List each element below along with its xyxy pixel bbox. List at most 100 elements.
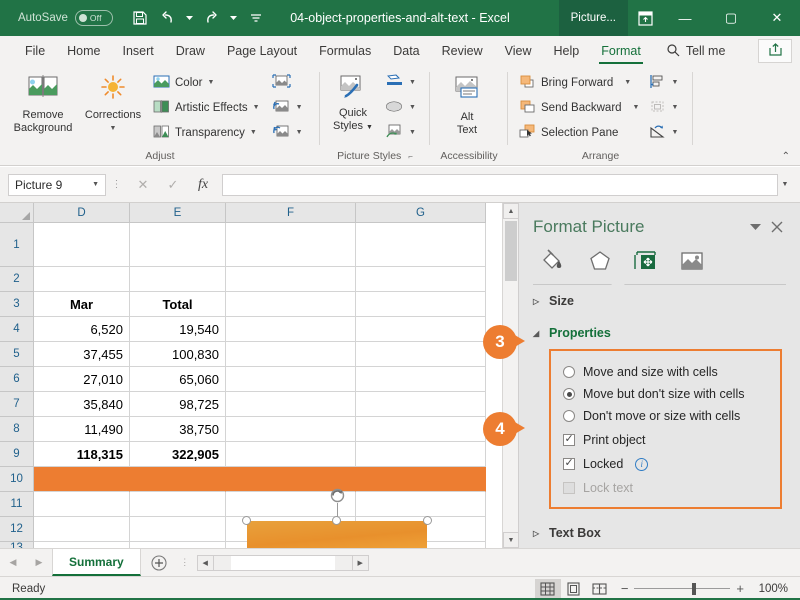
resize-handle-top-center[interactable] bbox=[332, 516, 341, 525]
cell-G6[interactable] bbox=[356, 367, 486, 392]
row-header-3[interactable]: 3 bbox=[0, 292, 34, 317]
cell-E6[interactable]: 65,060 bbox=[130, 367, 226, 392]
cancel-icon[interactable]: ✕ bbox=[128, 174, 158, 196]
row-header-2[interactable]: 2 bbox=[0, 267, 34, 292]
redo-dropdown-icon[interactable] bbox=[227, 5, 241, 31]
option-move-but-dont-size-with-cells[interactable]: Move but don't size with cells bbox=[563, 383, 770, 405]
tab-view[interactable]: View bbox=[494, 36, 543, 66]
cell-G5[interactable] bbox=[356, 342, 486, 367]
tab-insert[interactable]: Insert bbox=[112, 36, 165, 66]
picture-styles-dialog-launcher[interactable]: ⌐ bbox=[408, 152, 413, 161]
cell-E1[interactable] bbox=[130, 223, 226, 267]
picture-border-button[interactable]: ▼ bbox=[382, 70, 419, 95]
row-header-10[interactable]: 10 bbox=[0, 467, 34, 492]
alt-text-button[interactable]: Alt Text bbox=[430, 70, 504, 137]
panel-section-text-box[interactable]: ▷ Text Box bbox=[519, 517, 800, 549]
cell-D5[interactable]: 37,455 bbox=[34, 342, 130, 367]
vertical-scrollbar[interactable]: ▲ ▼ bbox=[502, 203, 519, 548]
cell-F7[interactable] bbox=[226, 392, 356, 417]
panel-close-icon[interactable] bbox=[766, 217, 788, 237]
row-header-1[interactable]: 1 bbox=[0, 223, 34, 267]
option-dont-move-or-size-with-cells[interactable]: Don't move or size with cells bbox=[563, 405, 770, 427]
send-backward-dropdown-icon[interactable]: ▼ bbox=[633, 104, 640, 111]
picture-effects-button[interactable]: ▼ bbox=[382, 95, 419, 120]
row-header-6[interactable]: 6 bbox=[0, 367, 34, 392]
picture-border-dropdown-icon[interactable]: ▼ bbox=[409, 79, 416, 86]
bring-forward-dropdown-icon[interactable]: ▼ bbox=[624, 79, 631, 86]
color-button[interactable]: Color ▼ bbox=[150, 70, 263, 95]
change-picture-button[interactable]: ▼ bbox=[269, 95, 306, 120]
cell-E9[interactable]: 322,905 bbox=[130, 442, 226, 467]
radio-move-but-dont-size[interactable] bbox=[563, 388, 575, 400]
cell-D4[interactable]: 6,520 bbox=[34, 317, 130, 342]
cell-E11[interactable] bbox=[130, 492, 226, 517]
compress-pictures-button[interactable] bbox=[269, 70, 306, 95]
radio-dont-move-or-size[interactable] bbox=[563, 410, 575, 422]
hscroll-right-button[interactable]: ▶ bbox=[351, 555, 368, 570]
cell-G7[interactable] bbox=[356, 392, 486, 417]
enter-icon[interactable]: ✓ bbox=[158, 174, 188, 196]
scroll-up-button[interactable]: ▲ bbox=[503, 203, 519, 219]
row-header-8[interactable]: 8 bbox=[0, 417, 34, 442]
picture-layout-dropdown-icon[interactable]: ▼ bbox=[409, 129, 416, 136]
tab-page-layout[interactable]: Page Layout bbox=[216, 36, 308, 66]
resize-handle-top-left[interactable] bbox=[242, 516, 251, 525]
rotate-objects-button[interactable]: ▼ bbox=[646, 120, 681, 145]
tab-file[interactable]: File bbox=[14, 36, 56, 66]
redo-icon[interactable] bbox=[199, 5, 225, 31]
cell-E7[interactable]: 98,725 bbox=[130, 392, 226, 417]
row-header-7[interactable]: 7 bbox=[0, 392, 34, 417]
radio-move-and-size[interactable] bbox=[563, 366, 575, 378]
picture-layout-button[interactable]: ▼ bbox=[382, 120, 419, 145]
panel-section-size[interactable]: ▷ Size bbox=[519, 285, 800, 317]
tab-data[interactable]: Data bbox=[382, 36, 430, 66]
expand-formula-bar-icon[interactable]: ▼ bbox=[778, 181, 792, 188]
name-box[interactable]: Picture 9 ▼ bbox=[8, 173, 106, 196]
horizontal-scrollbar[interactable]: ◀ ▶ bbox=[196, 554, 369, 571]
cell-D8[interactable]: 11,490 bbox=[34, 417, 130, 442]
share-button[interactable] bbox=[758, 39, 792, 63]
column-header-E[interactable]: E bbox=[130, 203, 226, 223]
cell-D9[interactable]: 118,315 bbox=[34, 442, 130, 467]
sheet-nav-next-icon[interactable]: ▶ bbox=[26, 557, 52, 568]
zoom-slider[interactable]: − + bbox=[621, 581, 744, 596]
customize-quick-access-icon[interactable] bbox=[243, 5, 269, 31]
send-backward-button[interactable]: Send Backward ▼ bbox=[516, 95, 642, 120]
rotate-objects-dropdown-icon[interactable]: ▼ bbox=[671, 129, 678, 136]
sheet-tab-splitter[interactable]: ⋮ bbox=[177, 557, 193, 568]
cell-E3[interactable]: Total bbox=[130, 292, 226, 317]
cell-E12[interactable] bbox=[130, 517, 226, 542]
cell-F6[interactable] bbox=[226, 367, 356, 392]
add-sheet-button[interactable] bbox=[141, 554, 177, 571]
corrections-button[interactable]: Corrections ▼ bbox=[80, 70, 146, 135]
cell-D6[interactable]: 27,010 bbox=[34, 367, 130, 392]
cell-F3[interactable] bbox=[226, 292, 356, 317]
checkbox-locked[interactable] bbox=[563, 456, 575, 470]
picture-email-agent[interactable]: EMAIL AGENT bbox=[247, 521, 427, 548]
cell-F2[interactable] bbox=[226, 267, 356, 292]
change-picture-dropdown-icon[interactable]: ▼ bbox=[296, 104, 303, 111]
cell-F8[interactable] bbox=[226, 417, 356, 442]
scroll-down-button[interactable]: ▼ bbox=[503, 532, 519, 548]
reset-picture-dropdown-icon[interactable]: ▼ bbox=[296, 129, 303, 136]
cell-E4[interactable]: 19,540 bbox=[130, 317, 226, 342]
insert-function-icon[interactable]: fx bbox=[188, 174, 218, 196]
tab-format[interactable]: Format bbox=[590, 36, 652, 66]
transparency-dropdown-icon[interactable]: ▼ bbox=[250, 129, 257, 136]
picture-effects-dropdown-icon[interactable]: ▼ bbox=[409, 104, 416, 111]
reset-picture-button[interactable]: ▼ bbox=[269, 120, 306, 145]
save-icon[interactable] bbox=[127, 5, 153, 31]
cell-D2[interactable] bbox=[34, 267, 130, 292]
horizontal-scroll-thumb[interactable] bbox=[230, 555, 335, 570]
column-header-G[interactable]: G bbox=[356, 203, 486, 223]
align-objects-button[interactable]: ▼ bbox=[646, 70, 681, 95]
ribbon-display-options-icon[interactable] bbox=[628, 0, 662, 36]
collapse-ribbon-icon[interactable]: ⌃ bbox=[782, 151, 790, 162]
cell-G3[interactable] bbox=[356, 292, 486, 317]
page-break-view-button[interactable] bbox=[587, 579, 613, 599]
checkbox-print-object[interactable] bbox=[563, 432, 575, 446]
zoom-track[interactable] bbox=[634, 582, 731, 595]
quick-styles-button[interactable]: Quick Styles ▼ bbox=[324, 70, 382, 134]
cell-E8[interactable]: 38,750 bbox=[130, 417, 226, 442]
sheet-nav-prev-icon[interactable]: ◀ bbox=[0, 557, 26, 568]
